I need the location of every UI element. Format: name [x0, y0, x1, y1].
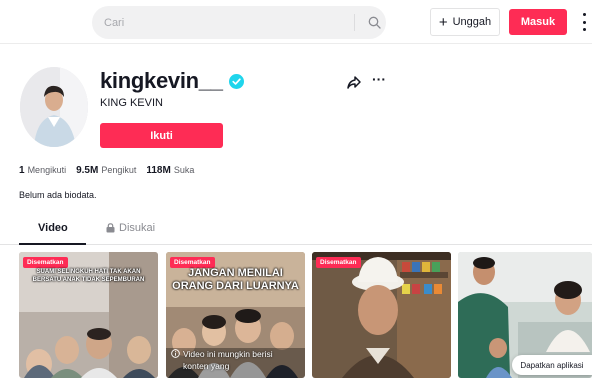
top-bar: + Unggah Masuk [0, 0, 592, 44]
tab-video-label: Video [38, 222, 68, 234]
content-warning: Video ini mungkin berisi konten yang [171, 348, 299, 372]
profile-stats: 1 Mengikuti 9.5M Pengikut 118M Suka [19, 165, 204, 176]
search-button[interactable] [361, 11, 387, 34]
profile-tabs: Video Disukai [0, 217, 592, 245]
get-app-button[interactable]: Dapatkan aplikasi [512, 355, 592, 375]
login-button[interactable]: Masuk [509, 9, 567, 35]
video-card[interactable]: Disematkan [312, 252, 451, 378]
tab-video[interactable]: Video [38, 222, 68, 244]
info-icon [171, 349, 180, 358]
pinned-badge: Disematkan [316, 257, 361, 268]
avatar [20, 67, 88, 147]
share-icon[interactable] [346, 74, 362, 90]
video-card[interactable]: Disematkan SUAMI SELINGKUH HATI TAK AKAN… [19, 252, 158, 378]
display-name: KING KEVIN [100, 97, 163, 109]
likes-stat: 118M Suka [146, 165, 194, 176]
search-divider [354, 14, 355, 31]
pinned-badge: Disematkan [23, 257, 68, 268]
follow-button[interactable]: Ikuti [100, 123, 223, 148]
video-card[interactable]: Disematkan JANGAN MENILAI ORANG DARI LUA… [166, 252, 305, 378]
search-bar [92, 6, 386, 39]
tab-liked[interactable]: Disukai [106, 222, 155, 244]
active-tab-indicator [19, 243, 86, 245]
more-horizontal-icon[interactable]: ··· [372, 72, 388, 90]
video-thumbnail [312, 252, 451, 378]
search-input[interactable] [104, 14, 344, 31]
upload-button[interactable]: + Unggah [430, 8, 500, 36]
followers-label: Pengikut [101, 165, 137, 175]
more-options-icon[interactable] [580, 13, 588, 31]
video-caption: JANGAN MENILAI ORANG DARI LUARNYA [172, 267, 299, 292]
username: kingkevin__ [100, 68, 223, 93]
username-row: kingkevin__ [100, 68, 244, 94]
video-grid: Disematkan SUAMI SELINGKUH HATI TAK AKAN… [19, 252, 592, 378]
following-count: 1 [19, 165, 25, 176]
likes-label: Suka [173, 165, 195, 175]
bio: Belum ada biodata. [19, 190, 97, 200]
content-warning-text: Video ini mungkin berisi konten yang [183, 349, 273, 371]
lock-icon [106, 223, 115, 233]
video-caption: SUAMI SELINGKUH HATI TAK AKAN BERSATU AN… [32, 269, 145, 283]
upload-label: Unggah [452, 16, 492, 28]
verified-badge-icon [228, 73, 244, 89]
likes-count: 118M [146, 165, 171, 176]
followers-stat[interactable]: 9.5M Pengikut [76, 165, 136, 176]
tab-liked-label: Disukai [119, 222, 156, 234]
search-icon [368, 16, 381, 29]
plus-icon: + [438, 13, 448, 31]
followers-count: 9.5M [76, 165, 99, 176]
following-label: Mengikuti [27, 165, 67, 175]
following-stat[interactable]: 1 Mengikuti [19, 165, 66, 176]
